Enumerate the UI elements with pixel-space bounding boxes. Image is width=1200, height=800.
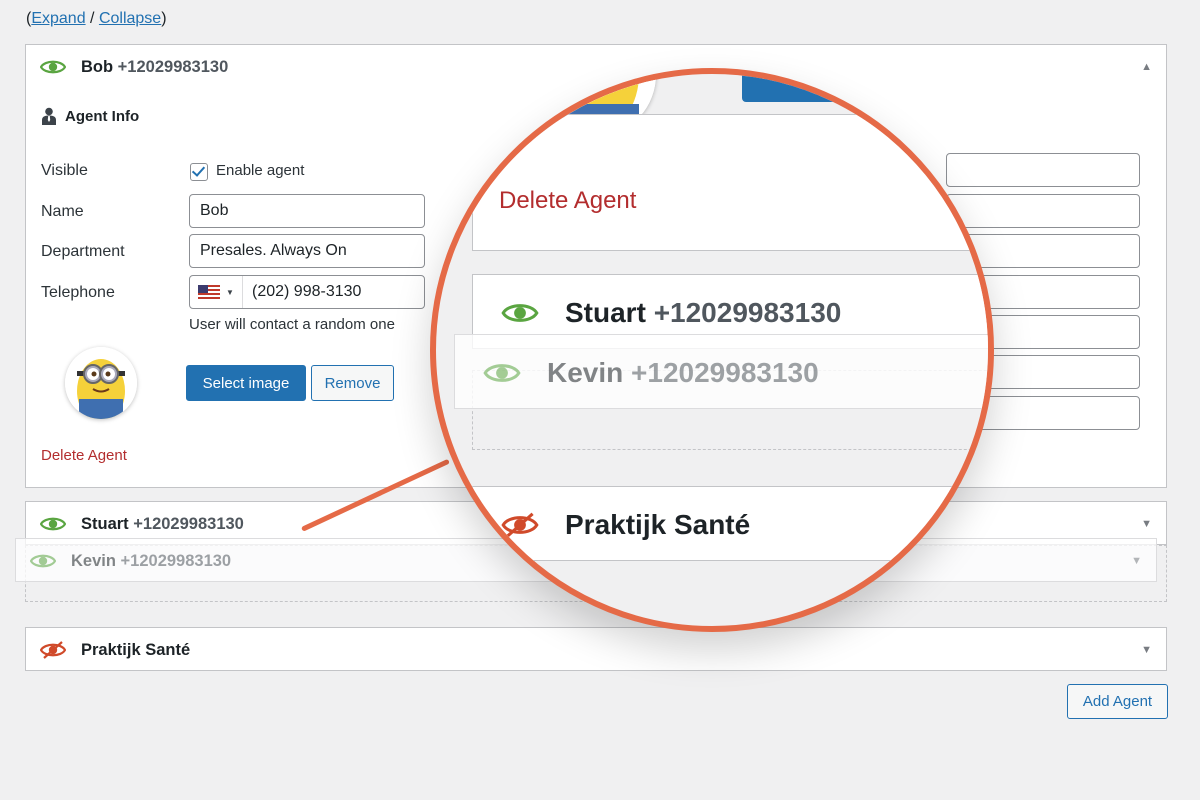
- telephone-hint: User will contact a random one: [189, 316, 395, 333]
- magnified-praktijk-panel: Praktijk Santé: [472, 486, 988, 561]
- agent-name: Kevin: [547, 357, 624, 388]
- chevron-down-icon: ▼: [226, 287, 234, 297]
- agent-name: Stuart: [565, 297, 646, 328]
- magnified-select-image-button: [742, 74, 872, 102]
- user-icon: [42, 107, 56, 125]
- name-label: Name: [41, 203, 84, 220]
- visible-label: Visible: [41, 162, 88, 179]
- eye-icon: [483, 364, 521, 382]
- agent-avatar: [65, 347, 137, 419]
- magnifier: Delete Agent Stuart +12029983130 Kevin +…: [430, 68, 994, 632]
- agent-phone: +12029983130: [133, 514, 244, 533]
- agent-name: Praktijk Santé: [81, 640, 191, 659]
- eye-slash-icon: [501, 512, 539, 538]
- collapse-link[interactable]: Collapse: [99, 10, 161, 27]
- agent-title: Stuart +12029983130: [81, 515, 244, 534]
- agent-name: Kevin: [71, 551, 116, 570]
- agent-phone: +12029983130: [653, 297, 842, 328]
- department-input[interactable]: Presales. Always On: [189, 234, 425, 268]
- add-agent-button[interactable]: Add Agent: [1067, 684, 1168, 719]
- select-image-button[interactable]: Select image: [186, 365, 306, 401]
- magnified-bob-panel: Delete Agent: [472, 114, 988, 251]
- minion-avatar-image: [65, 347, 137, 419]
- triangle-up-icon[interactable]: ▲: [1141, 61, 1152, 73]
- eye-icon: [30, 554, 56, 568]
- remove-image-button[interactable]: Remove: [311, 365, 394, 401]
- agent-title: Bob +12029983130: [81, 58, 228, 77]
- section-agent-info: Agent Info: [41, 107, 139, 125]
- agent-title: Kevin +12029983130: [71, 552, 231, 571]
- magnified-kevin-panel: Kevin +12029983130: [454, 334, 988, 409]
- magnified-agent-title: Praktijk Santé: [565, 509, 751, 540]
- expand-link[interactable]: Expand: [31, 10, 85, 27]
- section-title: Agent Info: [65, 107, 140, 125]
- eye-icon[interactable]: [40, 514, 66, 534]
- triangle-down-icon: ▼: [1131, 555, 1142, 567]
- delete-agent-link[interactable]: Delete Agent: [41, 447, 127, 464]
- name-input[interactable]: Bob: [189, 194, 425, 228]
- eye-slash-icon[interactable]: [40, 640, 66, 660]
- separator: /: [85, 10, 99, 27]
- triangle-down-icon[interactable]: ▼: [1141, 644, 1152, 656]
- enable-agent-checkbox[interactable]: [190, 163, 208, 181]
- agent-phone: +12029983130: [631, 357, 819, 388]
- telephone-input[interactable]: ▼ (202) 998-3130: [189, 275, 425, 309]
- enable-agent-label: Enable agent: [216, 162, 305, 179]
- agent-name: Stuart: [81, 514, 129, 533]
- agent-phone: +12029983130: [120, 551, 232, 570]
- paren-close: ): [161, 10, 167, 27]
- agent-title: Praktijk Santé: [81, 641, 190, 660]
- department-label: Department: [41, 243, 125, 260]
- eye-icon: [501, 304, 539, 322]
- magnified-agent-title: Stuart +12029983130: [565, 297, 841, 329]
- eye-icon[interactable]: [40, 57, 66, 77]
- agent-panel-praktijk[interactable]: Praktijk Santé ▼: [25, 627, 1167, 671]
- magnified-delete-agent: Delete Agent: [499, 187, 637, 214]
- expand-collapse-links: (Expand / Collapse): [26, 10, 167, 28]
- agent-name: Bob: [81, 57, 114, 76]
- triangle-down-icon[interactable]: ▼: [1141, 518, 1152, 530]
- magnified-agent-title: Kevin +12029983130: [547, 357, 819, 389]
- country-select[interactable]: ▼: [190, 276, 243, 308]
- agent-phone: +12029983130: [117, 57, 229, 76]
- telephone-label: Telephone: [41, 284, 115, 301]
- telephone-value: (202) 998-3130: [252, 283, 362, 300]
- us-flag-icon: [198, 285, 221, 299]
